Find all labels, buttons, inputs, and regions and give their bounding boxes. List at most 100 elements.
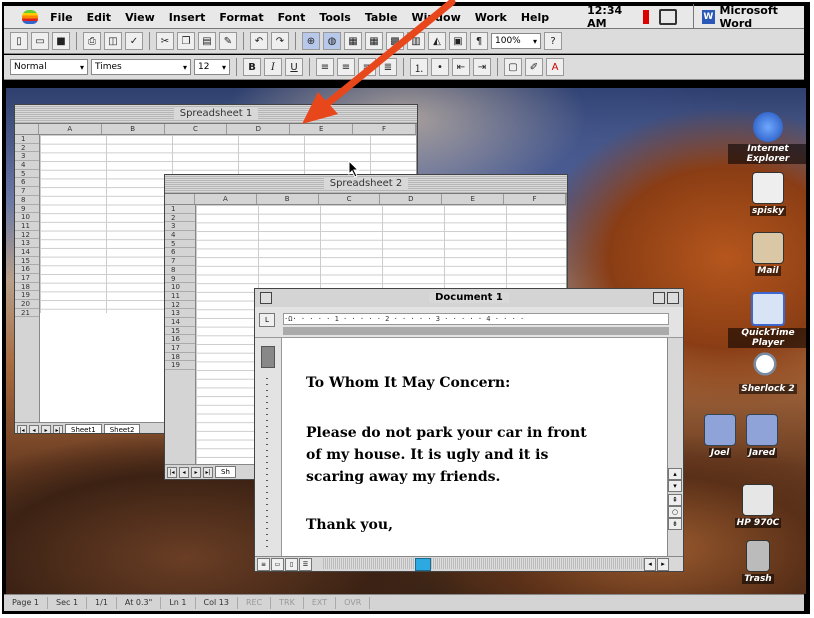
vertical-ruler[interactable]: [255, 338, 282, 557]
column-header[interactable]: C: [165, 124, 228, 134]
print-icon[interactable]: ⎙: [83, 32, 101, 50]
online-layout-icon[interactable]: ▭: [271, 558, 284, 571]
select-all-corner[interactable]: [165, 194, 195, 204]
close-box-icon[interactable]: [260, 292, 272, 304]
select-all-corner[interactable]: [15, 124, 39, 134]
font-color-icon[interactable]: A: [546, 58, 564, 76]
row-header[interactable]: 11: [15, 222, 39, 231]
column-header[interactable]: A: [39, 124, 102, 134]
desktop-icon-quicktime-player[interactable]: QuickTime Player: [728, 292, 808, 348]
numbering-icon[interactable]: ⒈: [410, 58, 428, 76]
copy-icon[interactable]: ❐: [177, 32, 195, 50]
sheet-tab[interactable]: Sh: [215, 466, 236, 478]
row-header[interactable]: 16: [165, 335, 195, 344]
cut-icon[interactable]: ✂: [156, 32, 174, 50]
previous-page-icon[interactable]: ⇞: [668, 494, 682, 506]
first-sheet-icon[interactable]: |◂: [167, 466, 177, 478]
row-header[interactable]: 9: [165, 275, 195, 284]
row-header[interactable]: 17: [15, 274, 39, 283]
window-title-bar[interactable]: Document 1: [255, 289, 683, 308]
prev-sheet-icon[interactable]: ◂: [179, 466, 189, 478]
highlight-icon[interactable]: ✐: [525, 58, 543, 76]
tab-stop-selector-icon[interactable]: L: [259, 313, 275, 327]
document-map-icon[interactable]: ▣: [449, 32, 467, 50]
desktop-icon-sherlock[interactable]: Sherlock 2: [728, 352, 808, 394]
menu-help[interactable]: Help: [521, 11, 549, 24]
sheet-tab[interactable]: Sheet1: [65, 424, 102, 433]
scroll-thumb[interactable]: [415, 558, 431, 571]
row-header[interactable]: 7: [15, 187, 39, 196]
bullets-icon[interactable]: •: [431, 58, 449, 76]
column-header[interactable]: D: [380, 194, 443, 204]
scroll-down-icon[interactable]: ▾: [668, 480, 682, 492]
row-header[interactable]: 5: [165, 240, 195, 249]
desktop-icon-internet-explorer[interactable]: Internet Explorer: [728, 112, 808, 164]
column-header[interactable]: C: [319, 194, 381, 204]
column-header[interactable]: B: [257, 194, 319, 204]
row-header[interactable]: 17: [165, 344, 195, 353]
column-header[interactable]: D: [227, 124, 291, 134]
row-header[interactable]: 6: [165, 248, 195, 258]
scroll-up-icon[interactable]: ▴: [668, 468, 682, 480]
column-header[interactable]: E: [442, 194, 505, 204]
scroll-left-icon[interactable]: ◂: [644, 558, 656, 571]
sheet-tab[interactable]: Sheet2: [103, 424, 141, 433]
web-toolbar-icon[interactable]: ◍: [323, 32, 341, 50]
underline-button[interactable]: U: [285, 58, 303, 76]
ruler-scale[interactable]: ·Ω· · · · · 1 · · · · · 2 · · · · · 3 · …: [283, 313, 669, 325]
row-header[interactable]: 21: [15, 309, 39, 318]
row-header[interactable]: 18: [165, 353, 195, 362]
menu-file[interactable]: File: [50, 11, 73, 24]
row-header[interactable]: 15: [165, 327, 195, 336]
row-header[interactable]: 4: [15, 161, 39, 170]
drawing-icon[interactable]: ◭: [428, 32, 446, 50]
last-sheet-icon[interactable]: ▸|: [203, 466, 213, 478]
status-rec[interactable]: REC: [238, 597, 272, 609]
row-header[interactable]: 4: [165, 231, 195, 240]
align-center-icon[interactable]: ≡: [337, 58, 355, 76]
undo-icon[interactable]: ↶: [250, 32, 268, 50]
redo-icon[interactable]: ↷: [271, 32, 289, 50]
column-header[interactable]: A: [195, 194, 257, 204]
menu-work[interactable]: Work: [475, 11, 507, 24]
windowshade-box-icon[interactable]: [667, 292, 679, 304]
zoom-box-icon[interactable]: [653, 292, 665, 304]
page-layout-icon[interactable]: ▯: [285, 558, 298, 571]
row-header[interactable]: 16: [15, 265, 39, 274]
zoom-select[interactable]: 100% ▾: [491, 33, 541, 49]
menu-tools[interactable]: Tools: [319, 11, 350, 24]
row-header[interactable]: 10: [165, 283, 195, 292]
outline-view-icon[interactable]: ☰: [299, 558, 312, 571]
open-folder-icon[interactable]: ▭: [31, 32, 49, 50]
column-header[interactable]: E: [290, 124, 354, 134]
row-header[interactable]: 19: [165, 361, 195, 371]
ruler[interactable]: L ·Ω· · · · · 1 · · · · · 2 · · · · · 3 …: [255, 307, 683, 338]
row-header[interactable]: 5: [15, 170, 39, 179]
apple-menu-icon[interactable]: [22, 10, 39, 24]
row-header[interactable]: 7: [165, 257, 195, 266]
row-header[interactable]: 2: [165, 214, 195, 223]
office-assistant-icon[interactable]: ?: [544, 32, 562, 50]
new-document-icon[interactable]: ▯: [10, 32, 28, 50]
row-header[interactable]: 3: [15, 152, 39, 162]
row-header[interactable]: 14: [165, 318, 195, 327]
show-hide-icon[interactable]: ¶: [470, 32, 488, 50]
increase-indent-icon[interactable]: ⇥: [473, 58, 491, 76]
menu-font[interactable]: Font: [278, 11, 306, 24]
scroll-track[interactable]: [323, 558, 653, 569]
row-header[interactable]: 11: [165, 292, 195, 301]
desktop-icon-jared-folder[interactable]: Jared: [722, 414, 802, 458]
window-title-bar[interactable]: Spreadsheet 1: [15, 105, 417, 124]
row-header[interactable]: 19: [15, 291, 39, 301]
next-page-icon[interactable]: ⇟: [668, 518, 682, 530]
row-header[interactable]: 8: [165, 266, 195, 275]
menu-edit[interactable]: Edit: [87, 11, 111, 24]
row-header[interactable]: 3: [165, 222, 195, 232]
column-header[interactable]: F: [353, 124, 416, 134]
column-header[interactable]: B: [102, 124, 165, 134]
italic-button[interactable]: I: [264, 58, 282, 76]
scroll-right-icon[interactable]: ▸: [657, 558, 669, 571]
borders-icon[interactable]: ▢: [504, 58, 522, 76]
desktop-icon-trash[interactable]: Trash: [718, 540, 798, 584]
decrease-indent-icon[interactable]: ⇤: [452, 58, 470, 76]
